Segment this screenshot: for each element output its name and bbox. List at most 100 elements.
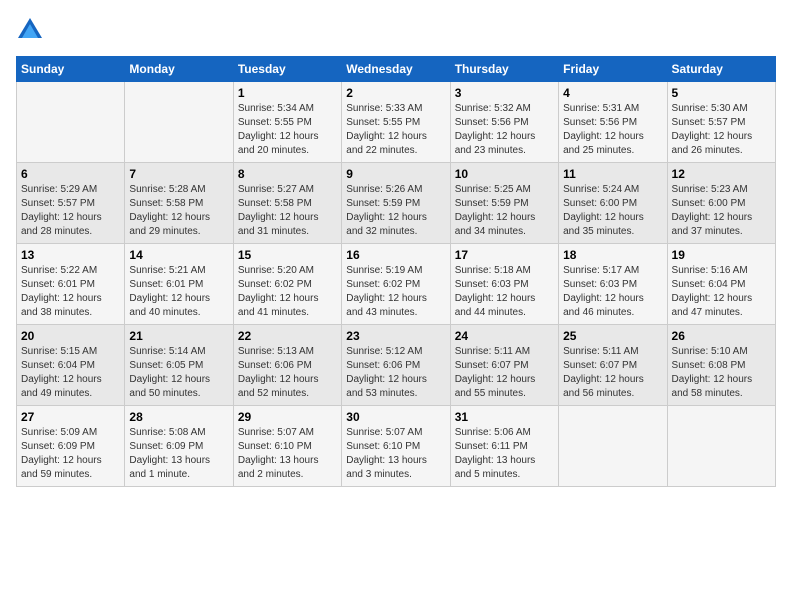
cell-content: Sunrise: 5:09 AM Sunset: 6:09 PM Dayligh… bbox=[21, 426, 120, 482]
calendar-cell bbox=[125, 82, 233, 163]
calendar-header: SundayMondayTuesdayWednesdayThursdayFrid… bbox=[17, 57, 776, 82]
calendar-cell bbox=[559, 406, 667, 487]
calendar-table: SundayMondayTuesdayWednesdayThursdayFrid… bbox=[16, 56, 776, 487]
calendar-cell: 29 Sunrise: 5:07 AM Sunset: 6:10 PM Dayli… bbox=[233, 406, 341, 487]
calendar-body: 1Sunrise: 5:34 AM Sunset: 5:55 PM Daylig… bbox=[17, 82, 776, 487]
calendar-cell: 30 Sunrise: 5:07 AM Sunset: 6:10 PM Dayli… bbox=[342, 406, 450, 487]
day-number: 17 bbox=[455, 248, 554, 262]
calendar-cell: 17 Sunrise: 5:18 AM Sunset: 6:03 PM Dayli… bbox=[450, 244, 558, 325]
day-number: 27 bbox=[21, 410, 120, 424]
day-number: 11 bbox=[563, 167, 662, 181]
weekday-header-thursday: Thursday bbox=[450, 57, 558, 82]
day-number: 21 bbox=[129, 329, 228, 343]
cell-content: Sunrise: 5:21 AM Sunset: 6:01 PM Dayligh… bbox=[129, 264, 228, 320]
cell-content: Sunrise: 5:22 AM Sunset: 6:01 PM Dayligh… bbox=[21, 264, 120, 320]
calendar-cell: 27 Sunrise: 5:09 AM Sunset: 6:09 PM Dayli… bbox=[17, 406, 125, 487]
weekday-header-tuesday: Tuesday bbox=[233, 57, 341, 82]
page-header bbox=[16, 16, 776, 44]
calendar-cell: 3 Sunrise: 5:32 AM Sunset: 5:56 PM Daylig… bbox=[450, 82, 558, 163]
cell-content: Sunrise: 5:10 AM Sunset: 6:08 PM Dayligh… bbox=[672, 345, 771, 401]
day-number: 13 bbox=[21, 248, 120, 262]
cell-content: Sunrise: 5:12 AM Sunset: 6:06 PM Dayligh… bbox=[346, 345, 445, 401]
calendar-cell: 20 Sunrise: 5:15 AM Sunset: 6:04 PM Dayli… bbox=[17, 325, 125, 406]
calendar-cell: 15Sunrise: 5:20 AM Sunset: 6:02 PM Dayli… bbox=[233, 244, 341, 325]
day-number: 31 bbox=[455, 410, 554, 424]
day-number: 18 bbox=[563, 248, 662, 262]
week-row-3: 13 Sunrise: 5:22 AM Sunset: 6:01 PM Dayli… bbox=[17, 244, 776, 325]
day-number: 14 bbox=[129, 248, 228, 262]
day-number: 29 bbox=[238, 410, 337, 424]
cell-content: Sunrise: 5:07 AM Sunset: 6:10 PM Dayligh… bbox=[346, 426, 445, 482]
cell-content: Sunrise: 5:19 AM Sunset: 6:02 PM Dayligh… bbox=[346, 264, 445, 320]
day-number: 16 bbox=[346, 248, 445, 262]
calendar-cell: 31 Sunrise: 5:06 AM Sunset: 6:11 PM Dayli… bbox=[450, 406, 558, 487]
calendar-cell: 26Sunrise: 5:10 AM Sunset: 6:08 PM Dayli… bbox=[667, 325, 775, 406]
cell-content: Sunrise: 5:32 AM Sunset: 5:56 PM Dayligh… bbox=[455, 102, 554, 158]
calendar-cell: 6 Sunrise: 5:29 AM Sunset: 5:57 PM Daylig… bbox=[17, 163, 125, 244]
day-number: 15 bbox=[238, 248, 337, 262]
cell-content: Sunrise: 5:07 AM Sunset: 6:10 PM Dayligh… bbox=[238, 426, 337, 482]
day-number: 7 bbox=[129, 167, 228, 181]
day-number: 2 bbox=[346, 86, 445, 100]
cell-content: Sunrise: 5:25 AM Sunset: 5:59 PM Dayligh… bbox=[455, 183, 554, 239]
week-row-5: 27 Sunrise: 5:09 AM Sunset: 6:09 PM Dayli… bbox=[17, 406, 776, 487]
day-number: 5 bbox=[672, 86, 771, 100]
day-number: 23 bbox=[346, 329, 445, 343]
calendar-cell: 9Sunrise: 5:26 AM Sunset: 5:59 PM Daylig… bbox=[342, 163, 450, 244]
calendar-cell: 19Sunrise: 5:16 AM Sunset: 6:04 PM Dayli… bbox=[667, 244, 775, 325]
day-number: 28 bbox=[129, 410, 228, 424]
calendar-cell bbox=[667, 406, 775, 487]
day-number: 22 bbox=[238, 329, 337, 343]
day-number: 1 bbox=[238, 86, 337, 100]
cell-content: Sunrise: 5:06 AM Sunset: 6:11 PM Dayligh… bbox=[455, 426, 554, 482]
day-number: 19 bbox=[672, 248, 771, 262]
calendar-cell: 13 Sunrise: 5:22 AM Sunset: 6:01 PM Dayli… bbox=[17, 244, 125, 325]
cell-content: Sunrise: 5:13 AM Sunset: 6:06 PM Dayligh… bbox=[238, 345, 337, 401]
weekday-header-sunday: Sunday bbox=[17, 57, 125, 82]
day-number: 3 bbox=[455, 86, 554, 100]
weekday-row: SundayMondayTuesdayWednesdayThursdayFrid… bbox=[17, 57, 776, 82]
cell-content: Sunrise: 5:11 AM Sunset: 6:07 PM Dayligh… bbox=[455, 345, 554, 401]
calendar-cell: 11Sunrise: 5:24 AM Sunset: 6:00 PM Dayli… bbox=[559, 163, 667, 244]
cell-content: Sunrise: 5:29 AM Sunset: 5:57 PM Dayligh… bbox=[21, 183, 120, 239]
calendar-cell: 7 Sunrise: 5:28 AM Sunset: 5:58 PM Daylig… bbox=[125, 163, 233, 244]
cell-content: Sunrise: 5:08 AM Sunset: 6:09 PM Dayligh… bbox=[129, 426, 228, 482]
logo-icon bbox=[16, 16, 44, 44]
calendar-cell: 16 Sunrise: 5:19 AM Sunset: 6:02 PM Dayli… bbox=[342, 244, 450, 325]
calendar-cell: 14 Sunrise: 5:21 AM Sunset: 6:01 PM Dayli… bbox=[125, 244, 233, 325]
weekday-header-monday: Monday bbox=[125, 57, 233, 82]
calendar-cell: 12Sunrise: 5:23 AM Sunset: 6:00 PM Dayli… bbox=[667, 163, 775, 244]
cell-content: Sunrise: 5:15 AM Sunset: 6:04 PM Dayligh… bbox=[21, 345, 120, 401]
calendar-cell: 23 Sunrise: 5:12 AM Sunset: 6:06 PM Dayli… bbox=[342, 325, 450, 406]
day-number: 25 bbox=[563, 329, 662, 343]
day-number: 20 bbox=[21, 329, 120, 343]
calendar-cell: 28 Sunrise: 5:08 AM Sunset: 6:09 PM Dayli… bbox=[125, 406, 233, 487]
cell-content: Sunrise: 5:23 AM Sunset: 6:00 PM Dayligh… bbox=[672, 183, 771, 239]
week-row-2: 6 Sunrise: 5:29 AM Sunset: 5:57 PM Daylig… bbox=[17, 163, 776, 244]
cell-content: Sunrise: 5:27 AM Sunset: 5:58 PM Dayligh… bbox=[238, 183, 337, 239]
calendar-cell: 8 Sunrise: 5:27 AM Sunset: 5:58 PM Daylig… bbox=[233, 163, 341, 244]
day-number: 4 bbox=[563, 86, 662, 100]
cell-content: Sunrise: 5:30 AM Sunset: 5:57 PM Dayligh… bbox=[672, 102, 771, 158]
weekday-header-saturday: Saturday bbox=[667, 57, 775, 82]
day-number: 6 bbox=[21, 167, 120, 181]
calendar-cell: 4 Sunrise: 5:31 AM Sunset: 5:56 PM Daylig… bbox=[559, 82, 667, 163]
cell-content: Sunrise: 5:33 AM Sunset: 5:55 PM Dayligh… bbox=[346, 102, 445, 158]
cell-content: Sunrise: 5:26 AM Sunset: 5:59 PM Dayligh… bbox=[346, 183, 445, 239]
calendar-cell: 18Sunrise: 5:17 AM Sunset: 6:03 PM Dayli… bbox=[559, 244, 667, 325]
cell-content: Sunrise: 5:14 AM Sunset: 6:05 PM Dayligh… bbox=[129, 345, 228, 401]
day-number: 8 bbox=[238, 167, 337, 181]
weekday-header-wednesday: Wednesday bbox=[342, 57, 450, 82]
calendar-cell bbox=[17, 82, 125, 163]
cell-content: Sunrise: 5:28 AM Sunset: 5:58 PM Dayligh… bbox=[129, 183, 228, 239]
calendar-cell: 1Sunrise: 5:34 AM Sunset: 5:55 PM Daylig… bbox=[233, 82, 341, 163]
calendar-cell: 25 Sunrise: 5:11 AM Sunset: 6:07 PM Dayli… bbox=[559, 325, 667, 406]
calendar-cell: 5 Sunrise: 5:30 AM Sunset: 5:57 PM Daylig… bbox=[667, 82, 775, 163]
cell-content: Sunrise: 5:18 AM Sunset: 6:03 PM Dayligh… bbox=[455, 264, 554, 320]
calendar-cell: 21 Sunrise: 5:14 AM Sunset: 6:05 PM Dayli… bbox=[125, 325, 233, 406]
cell-content: Sunrise: 5:11 AM Sunset: 6:07 PM Dayligh… bbox=[563, 345, 662, 401]
day-number: 30 bbox=[346, 410, 445, 424]
cell-content: Sunrise: 5:31 AM Sunset: 5:56 PM Dayligh… bbox=[563, 102, 662, 158]
logo bbox=[16, 16, 48, 44]
day-number: 10 bbox=[455, 167, 554, 181]
